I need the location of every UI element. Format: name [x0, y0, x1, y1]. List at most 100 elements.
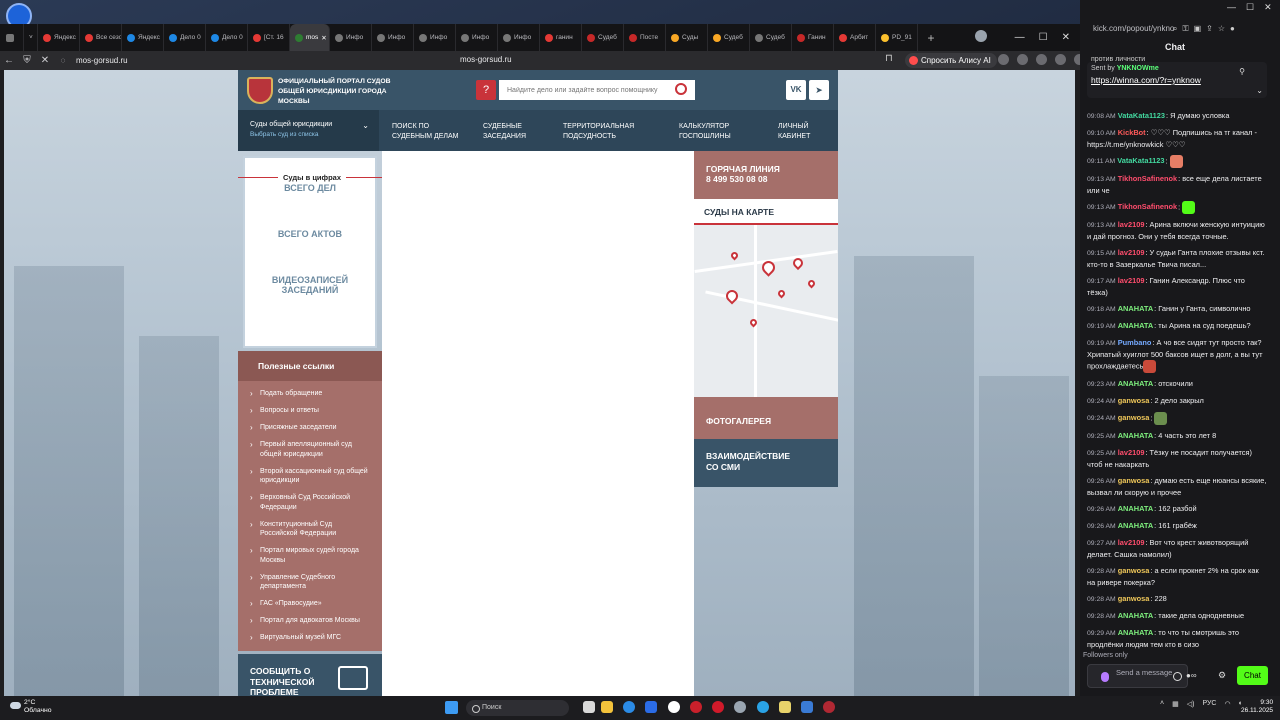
browser-tab[interactable]: Инфо	[414, 24, 456, 51]
pinned-message[interactable]: против личности Sent by YNKNOWme https:/…	[1087, 56, 1267, 98]
maximize-icon[interactable]: ☐	[1039, 32, 1048, 43]
telegram-app-icon[interactable]	[757, 701, 769, 713]
weather-widget[interactable]: 2°C Облачно	[10, 699, 52, 715]
profile-avatar[interactable]	[975, 30, 987, 42]
tray-chevron-icon[interactable]: ˄	[1160, 700, 1164, 708]
language-indicator[interactable]: РУС	[1202, 700, 1216, 708]
message-username[interactable]: ANAHATA	[1118, 521, 1153, 530]
tab-close-icon[interactable]: ✕	[321, 34, 326, 42]
report-problem-button[interactable]: Сообщить о технической проблеме	[238, 654, 382, 696]
message-username[interactable]: ganwosa	[1118, 566, 1150, 575]
case-search-input[interactable]	[499, 80, 695, 100]
coat-of-arms-logo[interactable]	[247, 77, 273, 104]
browser-tab[interactable]: Все сезоны	[80, 24, 122, 51]
link-item[interactable]: Первый апелляционный суд общей юрисдикци…	[250, 440, 370, 459]
key-icon[interactable]: ⚿	[1182, 24, 1188, 34]
link-item[interactable]: Вопросы и ответы	[250, 406, 370, 416]
vk-icon[interactable]: VK	[786, 80, 806, 100]
message-username[interactable]: Pumbano	[1118, 338, 1152, 347]
message-username[interactable]: lav2109	[1118, 248, 1145, 257]
message-username[interactable]: KickBot	[1118, 128, 1146, 137]
tab-list-chevron-icon[interactable]: ˅	[24, 24, 38, 51]
nav-jurisdiction[interactable]: Территориальная подсудность	[563, 110, 659, 151]
portal-title[interactable]: Официальный портал судов общей юрисдикци…	[278, 77, 398, 107]
message-username[interactable]: TikhonSafinenok	[1118, 174, 1177, 183]
link-item[interactable]: Присяжные заседатели	[250, 423, 370, 433]
bookmark-icon[interactable]: ⊓	[885, 53, 893, 64]
message-username[interactable]: lav2109	[1118, 538, 1145, 547]
link-item[interactable]: Второй кассационный суд общей юрисдикции	[250, 467, 370, 486]
url-title[interactable]: mos-gorsud.ru	[460, 55, 512, 64]
wifi-icon[interactable]: ◠	[1224, 700, 1230, 708]
browser-tab[interactable]: Суды	[666, 24, 708, 51]
close-icon[interactable]: ✕	[1062, 32, 1070, 43]
edge-icon[interactable]	[623, 701, 635, 713]
close-icon[interactable]: ✕	[1264, 2, 1272, 13]
browser-tab[interactable]: mos ✕	[290, 24, 330, 51]
hotline-block[interactable]: Горячая линия 8 499 530 08 08	[694, 151, 838, 199]
browser-tab[interactable]: Дело 0	[164, 24, 206, 51]
message-username[interactable]: ganwosa	[1118, 476, 1150, 485]
browser-tab[interactable]: Судеб	[708, 24, 750, 51]
browser-tab[interactable]: Арбит	[834, 24, 876, 51]
browser-tab[interactable]: PD_91	[876, 24, 918, 51]
nav-case-search[interactable]: Поиск по судебным делам	[392, 110, 466, 151]
pinned-sender-name[interactable]: YNKNOWme	[1117, 65, 1159, 72]
search-icon[interactable]: ⌕	[1173, 24, 1177, 34]
clock[interactable]: 9:30 26.11.2025	[1241, 699, 1273, 715]
link-item[interactable]: Конституционный Суд Российской Федерации	[250, 520, 370, 539]
map-pin-icon[interactable]	[723, 287, 741, 305]
nav-hearings[interactable]: Судебные заседания	[483, 110, 545, 151]
map-pin-icon[interactable]	[776, 288, 787, 299]
taskbar-search[interactable]: Поиск	[466, 700, 569, 716]
courts-selector[interactable]: Суды общей юрисдикции Выбрать суд из спи…	[238, 110, 379, 151]
link-item[interactable]: Управление Судебного департамента	[250, 573, 370, 592]
minimize-icon[interactable]: —	[1015, 32, 1025, 43]
browser-tab[interactable]: ганин	[540, 24, 582, 51]
map-pin-icon[interactable]	[806, 278, 817, 289]
message-username[interactable]: ANAHATA	[1118, 611, 1153, 620]
settings-icon[interactable]	[734, 701, 746, 713]
message-username[interactable]: VataKata1123	[1118, 111, 1165, 120]
points-icon[interactable]: ●∞	[1186, 671, 1197, 680]
hotline-phone[interactable]: 8 499 530 08 08	[706, 174, 838, 184]
store-icon[interactable]	[645, 701, 657, 713]
message-username[interactable]: VataKata1123	[1117, 156, 1164, 165]
link-item[interactable]: Портал для адвокатов Москвы	[250, 616, 370, 626]
browser-tab[interactable]: Инфо	[372, 24, 414, 51]
browser-tab[interactable]: Ганин	[792, 24, 834, 51]
message-username[interactable]: ANAHATA	[1118, 431, 1153, 440]
telegram-icon[interactable]: ➤	[809, 80, 829, 100]
app-icon[interactable]	[823, 701, 835, 713]
app-icon[interactable]	[801, 701, 813, 713]
browser-tab[interactable]: [Ст. 16	[248, 24, 290, 51]
record-app-icon[interactable]	[690, 701, 702, 713]
browser-tab[interactable]: Судеб	[582, 24, 624, 51]
menu-icon[interactable]	[1055, 54, 1066, 65]
browser-tab[interactable]: Посте	[624, 24, 666, 51]
task-view-icon[interactable]	[583, 701, 595, 713]
message-username[interactable]: ANAHATA	[1118, 321, 1153, 330]
yandex-browser-icon[interactable]	[668, 701, 680, 713]
reload-icon[interactable]: ✕	[36, 55, 54, 66]
file-explorer-icon[interactable]	[601, 701, 613, 713]
emoji-icon[interactable]	[1173, 672, 1182, 681]
star-icon[interactable]: ☆	[1218, 24, 1225, 34]
message-username[interactable]: ANAHATA	[1118, 504, 1153, 513]
message-username[interactable]: lav2109	[1118, 220, 1145, 229]
ask-alice-button[interactable]: Спросить Алису AI	[905, 53, 997, 68]
assistant-question-button[interactable]: ?	[476, 80, 496, 100]
url-domain[interactable]: mos-gorsud.ru	[76, 56, 128, 65]
message-input[interactable]: Send a message	[1087, 664, 1188, 688]
maximize-icon[interactable]: ☐	[1246, 2, 1254, 13]
send-chat-button[interactable]: Chat	[1237, 666, 1268, 685]
courts-map[interactable]	[694, 225, 838, 397]
photo-gallery-link[interactable]: Фотогалерея	[694, 397, 838, 439]
link-item[interactable]: Портал мировых судей города Москвы	[250, 546, 370, 565]
browser-tab[interactable]: Судеб	[750, 24, 792, 51]
extension-icon[interactable]: ●	[1230, 24, 1235, 34]
message-username[interactable]: ganwosa	[1118, 396, 1150, 405]
message-username[interactable]: ANAHATA	[1118, 304, 1153, 313]
browser-tab[interactable]: Инфо	[498, 24, 540, 51]
message-username[interactable]: lav2109	[1118, 448, 1145, 457]
